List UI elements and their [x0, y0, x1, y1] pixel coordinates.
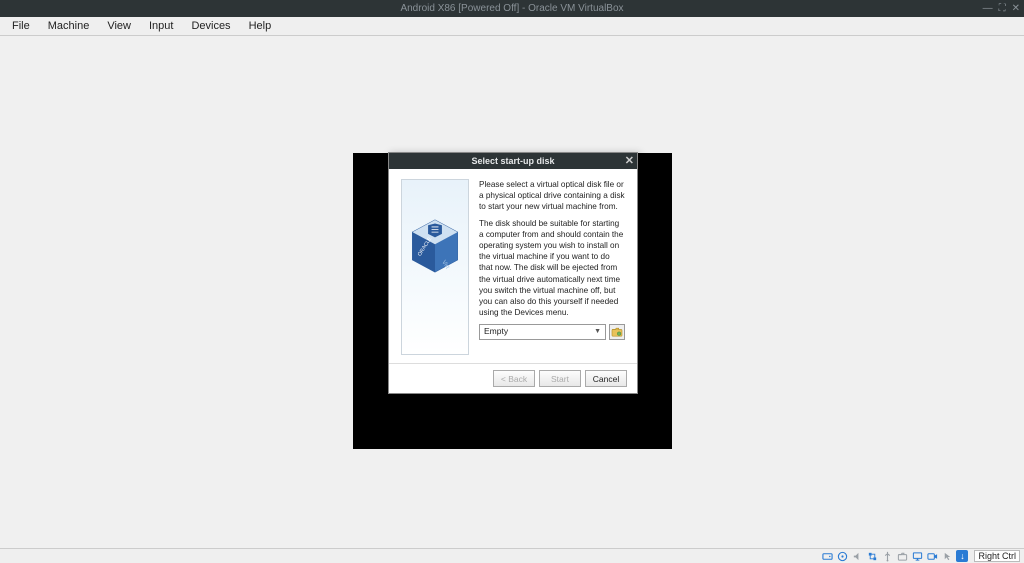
disk-row: Empty ▼	[479, 324, 625, 340]
display-icon[interactable]	[911, 550, 923, 562]
hard-disk-icon[interactable]	[821, 550, 833, 562]
main-area: Select start-up disk ✕ ORACLE Virt	[0, 36, 1024, 548]
virtualbox-logo-icon: ORACLE Virt	[409, 218, 461, 274]
startup-disk-dialog: Select start-up disk ✕ ORACLE Virt	[388, 152, 638, 394]
dialog-body: ORACLE Virt Please select a virtual opti…	[389, 169, 637, 363]
menu-input[interactable]: Input	[141, 18, 181, 34]
dialog-titlebar[interactable]: Select start-up disk ✕	[389, 153, 637, 169]
dialog-para-2: The disk should be suitable for starting…	[479, 218, 625, 318]
cancel-button[interactable]: Cancel	[585, 370, 627, 387]
back-button: < Back	[493, 370, 535, 387]
disk-select-value: Empty	[484, 326, 508, 337]
menu-help[interactable]: Help	[241, 18, 280, 34]
dialog-footer: < Back Start Cancel	[389, 363, 637, 393]
menu-view[interactable]: View	[99, 18, 139, 34]
audio-icon[interactable]	[851, 550, 863, 562]
close-button[interactable]: ✕	[1012, 0, 1020, 17]
host-key-label: Right Ctrl	[974, 550, 1020, 562]
dialog-title: Select start-up disk	[471, 156, 554, 166]
usb-icon[interactable]	[881, 550, 893, 562]
dialog-content: Please select a virtual optical disk fil…	[479, 179, 625, 355]
dialog-close-button[interactable]: ✕	[625, 153, 634, 169]
folder-disk-icon	[611, 327, 623, 337]
maximize-button[interactable]: ⛶	[999, 0, 1006, 17]
menu-file[interactable]: File	[4, 18, 38, 34]
dialog-side-image: ORACLE Virt	[401, 179, 469, 355]
minimize-button[interactable]: —	[983, 0, 993, 17]
network-icon[interactable]	[866, 550, 878, 562]
dialog-para-1: Please select a virtual optical disk fil…	[479, 179, 625, 212]
menu-devices[interactable]: Devices	[183, 18, 238, 34]
statusbar: ↓ Right Ctrl	[0, 548, 1024, 563]
menubar: File Machine View Input Devices Help	[0, 17, 1024, 36]
recording-icon[interactable]	[926, 550, 938, 562]
window-titlebar: Android X86 [Powered Off] - Oracle VM Vi…	[0, 0, 1024, 17]
window-controls: — ⛶ ✕	[983, 0, 1020, 17]
shared-folders-icon[interactable]	[896, 550, 908, 562]
window-title: Android X86 [Powered Off] - Oracle VM Vi…	[400, 3, 623, 14]
start-button: Start	[539, 370, 581, 387]
optical-disk-icon[interactable]	[836, 550, 848, 562]
browse-disk-button[interactable]	[609, 324, 625, 340]
mouse-integration-icon[interactable]	[941, 550, 953, 562]
menu-machine[interactable]: Machine	[40, 18, 98, 34]
host-key-indicator[interactable]: ↓	[956, 550, 968, 562]
disk-select-dropdown[interactable]: Empty ▼	[479, 324, 606, 340]
chevron-down-icon: ▼	[594, 327, 601, 336]
